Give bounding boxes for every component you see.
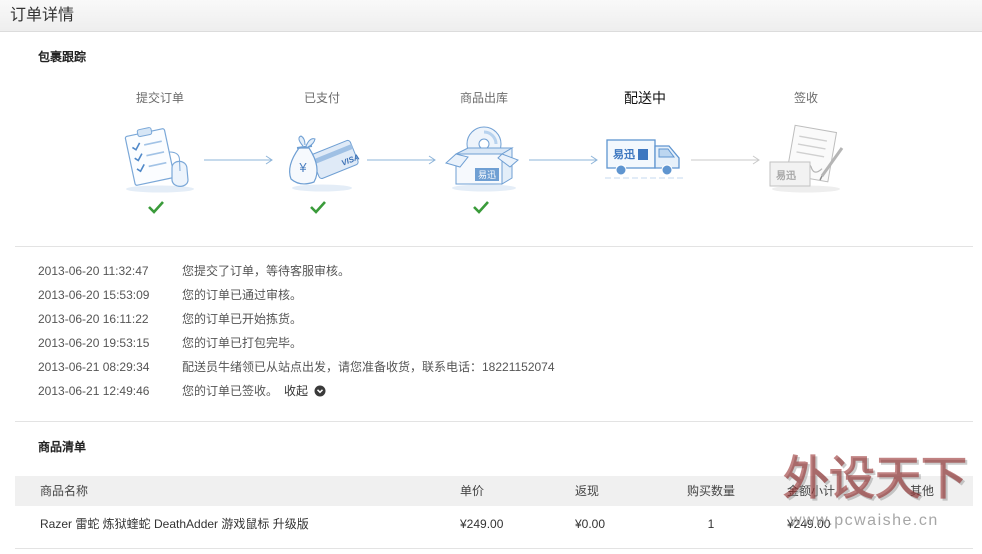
product-cashback: ¥0.00 bbox=[575, 517, 606, 531]
page-title: 订单详情 bbox=[10, 7, 75, 24]
chevron-down-circle-icon[interactable] bbox=[314, 385, 326, 397]
tracking-log-row: 2013-06-20 19:53:15 您的订单已打包完毕。 bbox=[38, 331, 302, 355]
section-divider bbox=[15, 421, 973, 422]
collapse-link[interactable]: 收起 bbox=[284, 384, 326, 398]
step-label-delivering: 配送中 bbox=[624, 90, 666, 106]
tracking-log-row: 2013-06-20 16:11:22 您的订单已开始拣货。 bbox=[38, 307, 302, 331]
tracking-log-row: 2013-06-20 15:53:09 您的订单已通过审核。 bbox=[38, 283, 302, 307]
column-header-other: 其他 bbox=[910, 484, 935, 498]
step-label-shipped-out: 商品出库 bbox=[459, 91, 508, 105]
step-arrow-icon bbox=[529, 155, 598, 165]
signed-document-icon: 易迅 bbox=[769, 124, 844, 193]
collapse-label[interactable]: 收起 bbox=[284, 384, 308, 398]
delivery-truck-icon: 易迅 bbox=[605, 139, 683, 179]
log-time: 2013-06-20 15:53:09 bbox=[38, 288, 150, 302]
product-subtotal: ¥249.00 bbox=[787, 517, 831, 531]
column-header-subtotal: 金额小计 bbox=[787, 484, 836, 498]
log-time: 2013-06-21 08:29:34 bbox=[38, 360, 150, 374]
log-message: 您的订单已开始拣货。 bbox=[182, 312, 303, 326]
column-header-price: 单价 bbox=[460, 484, 485, 498]
table-bottom-border bbox=[15, 548, 973, 549]
bag-currency-symbol: ¥ bbox=[298, 160, 307, 175]
truck-brand-text: 易迅 bbox=[613, 148, 635, 161]
sign-stamp-text: 易迅 bbox=[776, 169, 796, 182]
log-message: 您的订单已签收。 bbox=[182, 384, 279, 398]
column-header-cashback: 返现 bbox=[575, 484, 600, 498]
products-section-title: 商品清单 bbox=[38, 440, 87, 454]
column-header-name: 商品名称 bbox=[40, 484, 89, 498]
column-header-quantity: 购买数量 bbox=[687, 484, 736, 498]
step-done-check-icon bbox=[148, 201, 164, 214]
log-time: 2013-06-20 19:53:15 bbox=[38, 336, 150, 350]
tracking-log-row: 2013-06-21 12:49:46 您的订单已签收。 收起 bbox=[38, 379, 326, 403]
tracking-log-row: 2013-06-21 08:29:34 配送员牛绪领已从站点出发，请您准备收货，联… bbox=[38, 355, 555, 379]
log-time: 2013-06-21 12:49:46 bbox=[38, 384, 150, 398]
box-brand-text: 易迅 bbox=[478, 170, 496, 180]
order-clipboard-icon bbox=[124, 127, 194, 193]
step-done-check-icon bbox=[310, 201, 326, 214]
log-message: 您提交了订单，等待客服审核。 bbox=[182, 264, 351, 278]
log-message: 配送员牛绪领已从站点出发，请您准备收货，联系电话：18221152074 bbox=[182, 360, 555, 374]
step-done-check-icon bbox=[473, 201, 489, 214]
step-label-paid: 已支付 bbox=[303, 91, 340, 105]
step-arrow-icon bbox=[691, 155, 760, 165]
product-price: ¥249.00 bbox=[460, 517, 504, 531]
log-time: 2013-06-20 11:32:47 bbox=[38, 264, 149, 278]
step-label-submit-order: 提交订单 bbox=[135, 91, 184, 105]
tracking-log-row: 2013-06-20 11:32:47 您提交了订单，等待客服审核。 bbox=[38, 259, 350, 283]
product-name-link[interactable]: Razer 雷蛇 炼狱蝰蛇 DeathAdder 游戏鼠标 升级版 bbox=[40, 512, 309, 536]
step-arrow-icon bbox=[204, 155, 273, 165]
section-divider bbox=[15, 246, 973, 247]
log-time: 2013-06-20 16:11:22 bbox=[38, 312, 149, 326]
log-message: 您的订单已通过审核。 bbox=[182, 288, 303, 302]
payment-card-icon: VISA ¥ bbox=[289, 135, 361, 192]
product-quantity: 1 bbox=[707, 517, 715, 531]
log-message: 您的订单已打包完毕。 bbox=[182, 336, 303, 350]
step-label-signed: 签收 bbox=[793, 91, 818, 105]
tracking-section-title: 包裹跟踪 bbox=[38, 50, 87, 64]
page-header: 订单详情 bbox=[0, 0, 982, 32]
step-arrow-icon bbox=[367, 155, 436, 165]
package-box-icon: 易迅 bbox=[444, 126, 519, 192]
